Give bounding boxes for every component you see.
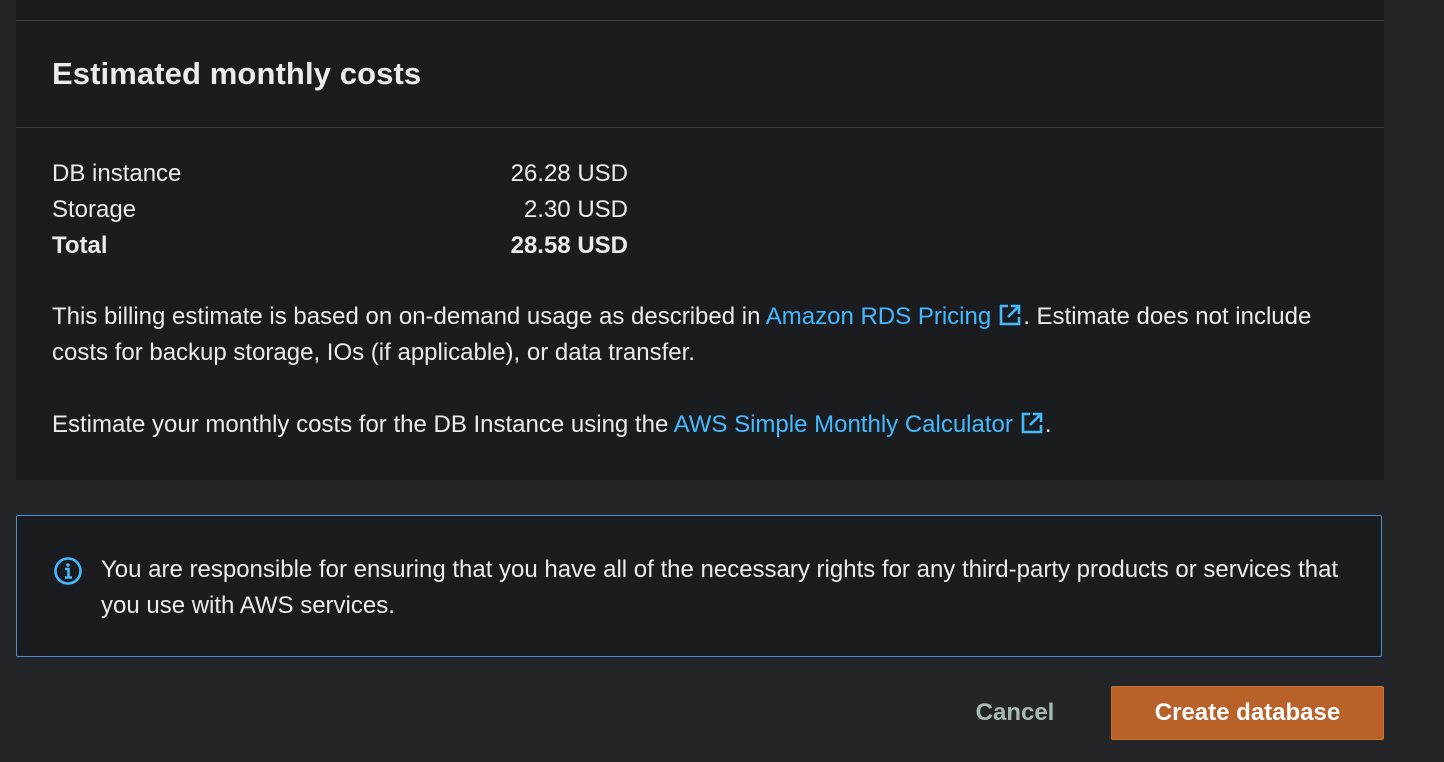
cost-label: Total [52, 232, 108, 259]
cost-row-total: Total 28.58 USD [52, 228, 628, 264]
external-link-icon [1021, 412, 1043, 434]
cost-row-storage: Storage 2.30 USD [52, 192, 628, 228]
cancel-button[interactable]: Cancel [956, 686, 1074, 740]
aws-calculator-link[interactable]: AWS Simple Monthly Calculator [674, 411, 1045, 438]
info-alert: You are responsible for ensuring that yo… [16, 515, 1382, 657]
cost-value: 28.58 USD [510, 232, 628, 259]
calculator-note-prefix: Estimate your monthly costs for the DB I… [52, 411, 674, 438]
calculator-note: Estimate your monthly costs for the DB I… [52, 407, 1352, 443]
cost-row-db-instance: DB instance 26.28 USD [52, 156, 628, 192]
billing-note-prefix: This billing estimate is based on on-dem… [52, 303, 766, 330]
cost-value: 2.30 USD [523, 196, 628, 223]
cost-label: Storage [52, 196, 137, 223]
calculator-note-suffix: . [1044, 411, 1052, 438]
billing-note: This billing estimate is based on on-dem… [52, 299, 1352, 371]
cost-value: 26.28 USD [510, 160, 628, 187]
estimated-costs-panel: Estimated monthly costs DB instance 26.2… [16, 0, 1384, 480]
cost-table: DB instance 26.28 USD Storage 2.30 USD T… [52, 156, 628, 264]
create-database-button[interactable]: Create database [1111, 686, 1384, 740]
alert-text: You are responsible for ensuring that yo… [101, 556, 1339, 619]
amazon-rds-pricing-link[interactable]: Amazon RDS Pricing [766, 303, 1023, 330]
divider [16, 127, 1384, 128]
divider [16, 20, 1384, 21]
external-link-icon [999, 304, 1021, 326]
cost-label: DB instance [52, 160, 182, 187]
panel-title: Estimated monthly costs [52, 56, 422, 91]
info-icon [54, 557, 82, 585]
